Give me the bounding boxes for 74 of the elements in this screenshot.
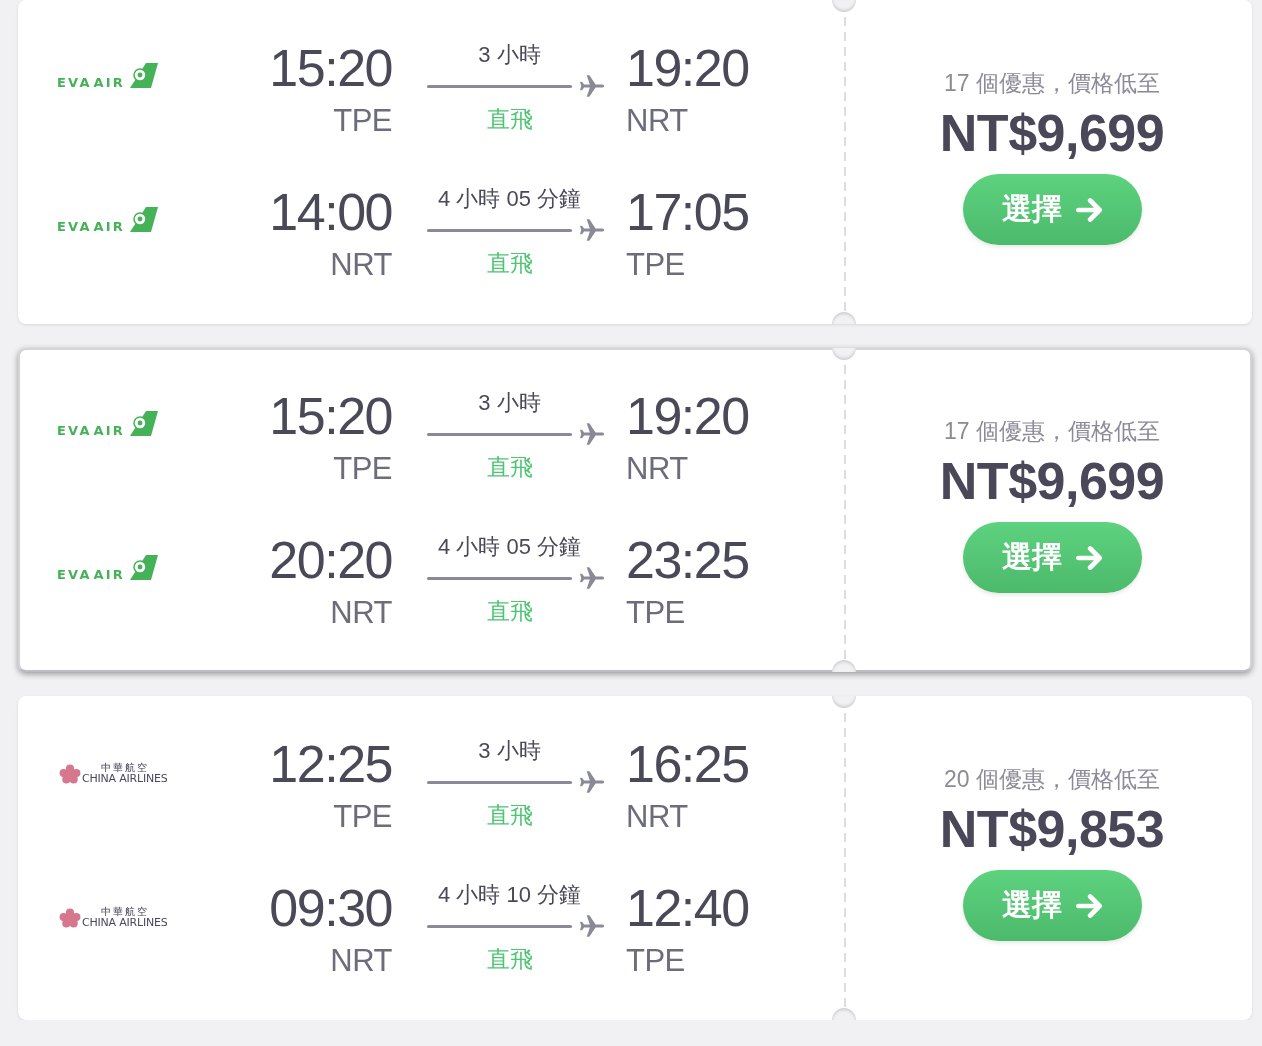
departure-time: 09:30	[269, 882, 392, 934]
flight-duration: 4 小時 10 分鐘	[437, 881, 581, 909]
airplane-icon	[580, 914, 604, 938]
stops-label: 直飛	[486, 249, 533, 277]
departure-airport: TPE	[333, 799, 392, 835]
departure-time: 14:00	[269, 186, 392, 238]
airline-logo-text: 中華航空	[100, 763, 149, 773]
tail-fin-logo-icon	[127, 63, 158, 89]
stops-label: 直飛	[486, 945, 533, 973]
departure-airport: NRT	[330, 247, 392, 283]
airline-logo-text: EVA AIR	[57, 569, 125, 581]
departure-airport: NRT	[330, 943, 392, 979]
tail-fin-logo-icon	[127, 555, 158, 581]
tail-fin-logo-icon	[127, 207, 158, 233]
stops-label: 直飛	[486, 597, 533, 625]
ticket-notch	[832, 312, 856, 324]
departure-airport: TPE	[333, 451, 392, 487]
arrival-time: 12:40	[626, 882, 749, 934]
price-text: NT$9,699	[939, 103, 1165, 163]
plum-blossom-icon	[59, 764, 81, 784]
airplane-icon	[580, 566, 604, 590]
airline-logo-text: CHINA AIRLINES	[82, 773, 168, 785]
ticket-notch	[832, 348, 856, 360]
arrival-time: 23:25	[626, 534, 749, 586]
deals-count-text: 17 個優惠，價格低至	[944, 69, 1160, 98]
flight-duration: 3 小時	[478, 41, 541, 69]
airline-logo-text: EVA AIR	[57, 77, 125, 89]
stops-label: 直飛	[486, 801, 533, 829]
arrival-time: 16:25	[626, 738, 749, 790]
select-button[interactable]: 選擇	[962, 174, 1142, 245]
deals-count-text: 20 個優惠，價格低至	[944, 765, 1160, 794]
deals-count-text: 17 個優惠，價格低至	[944, 417, 1160, 446]
arrival-time: 19:20	[626, 390, 749, 442]
departure-airport: TPE	[333, 103, 392, 139]
arrival-airport: NRT	[626, 103, 688, 139]
airplane-icon	[580, 422, 604, 446]
ticket-notch	[832, 660, 856, 672]
departure-time: 12:25	[269, 738, 392, 790]
departure-time: 15:20	[269, 390, 392, 442]
arrival-airport: NRT	[626, 451, 688, 487]
airplane-icon	[580, 74, 604, 98]
arrow-right-icon	[1076, 545, 1102, 570]
arrival-time: 19:20	[626, 42, 749, 94]
departure-time: 20:20	[269, 534, 392, 586]
plum-blossom-icon	[59, 908, 81, 928]
price-text: NT$9,699	[939, 451, 1165, 511]
price-text: NT$9,853	[939, 799, 1165, 859]
airplane-icon	[580, 770, 604, 794]
flight-duration: 3 小時	[478, 737, 541, 765]
ticket-notch	[832, 1008, 856, 1020]
airline-logo-text: EVA AIR	[57, 221, 125, 233]
arrow-right-icon	[1076, 197, 1102, 222]
arrival-airport: TPE	[626, 595, 685, 631]
select-button[interactable]: 選擇	[962, 522, 1142, 593]
arrival-airport: TPE	[626, 247, 685, 283]
arrival-time: 17:05	[626, 186, 749, 238]
stops-label: 直飛	[486, 453, 533, 481]
tail-fin-logo-icon	[127, 411, 158, 437]
flight-duration: 4 小時 05 分鐘	[437, 185, 581, 213]
select-button[interactable]: 選擇	[962, 870, 1142, 941]
airplane-icon	[580, 218, 604, 242]
arrival-airport: NRT	[626, 799, 688, 835]
arrival-airport: TPE	[626, 943, 685, 979]
airline-logo-text: EVA AIR	[57, 425, 125, 437]
airline-logo-text: 中華航空	[100, 907, 149, 917]
ticket-notch	[832, 696, 856, 708]
airline-logo-text: CHINA AIRLINES	[82, 917, 168, 929]
arrow-right-icon	[1076, 893, 1102, 918]
ticket-notch	[832, 0, 856, 12]
flight-duration: 4 小時 05 分鐘	[437, 533, 581, 561]
stops-label: 直飛	[486, 105, 533, 133]
departure-time: 15:20	[269, 42, 392, 94]
departure-airport: NRT	[330, 595, 392, 631]
flight-duration: 3 小時	[478, 389, 541, 417]
